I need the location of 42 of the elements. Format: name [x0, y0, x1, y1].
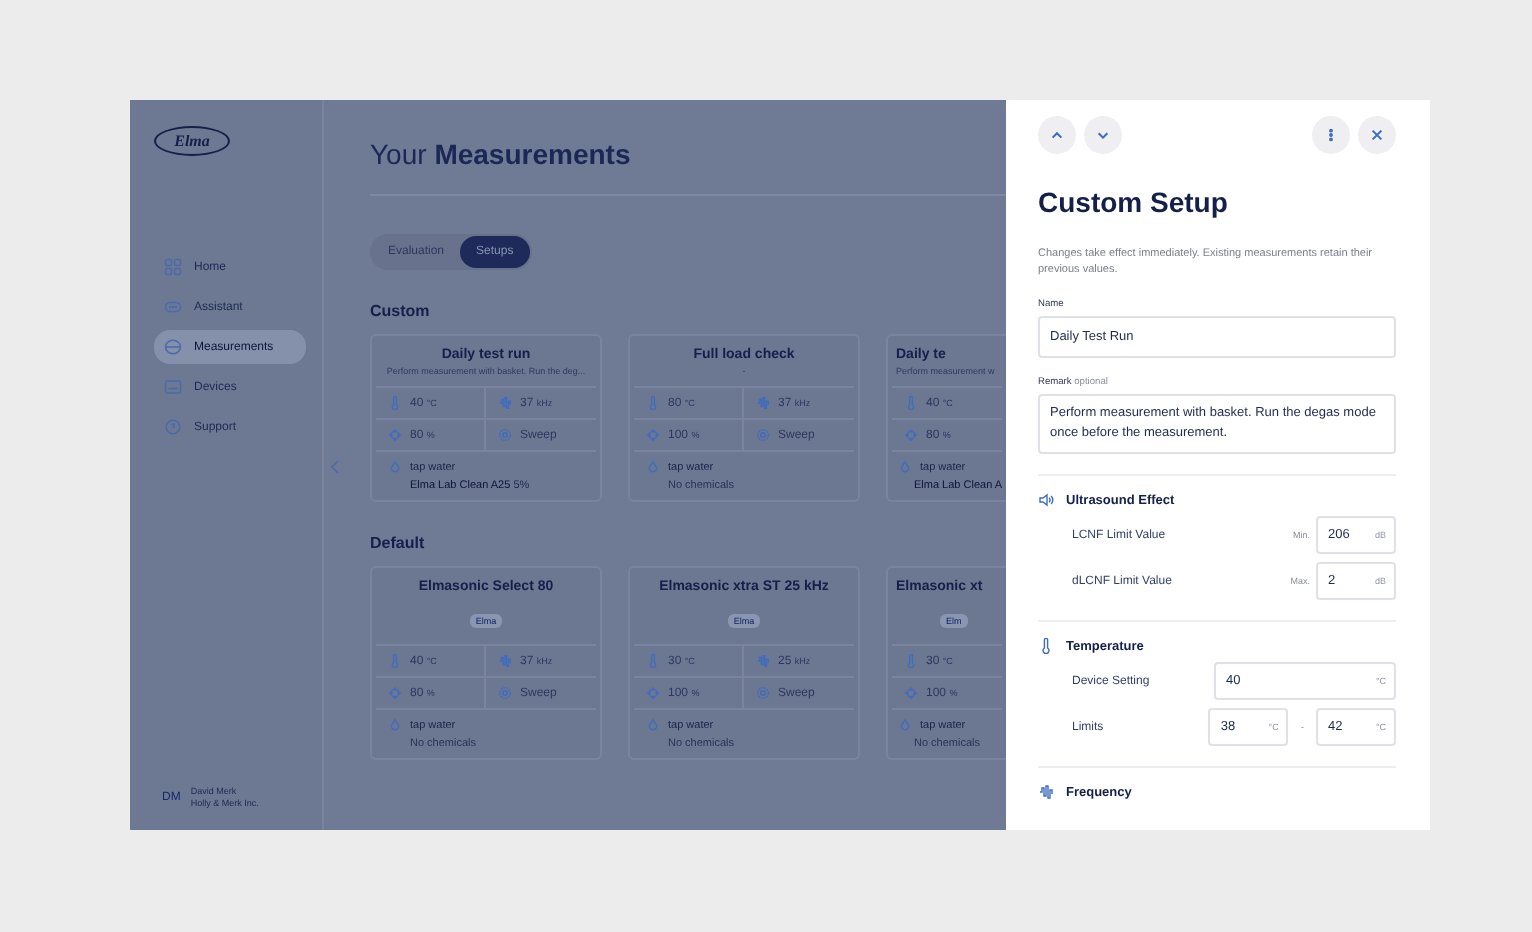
- speaker-icon: [1038, 492, 1054, 509]
- drop-icon: [898, 718, 912, 732]
- close-button[interactable]: [1358, 116, 1396, 154]
- section-heading: Custom: [370, 302, 432, 320]
- arrows-icon: [646, 428, 660, 442]
- more-button[interactable]: [1312, 116, 1350, 154]
- thermometer-icon: [646, 654, 660, 668]
- panel-title: Custom Setup: [1038, 186, 1230, 218]
- chat-icon: [164, 298, 182, 316]
- close-icon: [1370, 128, 1384, 142]
- arrows-icon: [646, 686, 660, 700]
- arrows-icon: [388, 686, 402, 700]
- monitor-icon: [164, 378, 182, 396]
- grid-icon: [164, 258, 182, 276]
- gear-icon: [498, 428, 512, 442]
- thermometer-icon: [388, 654, 402, 668]
- thermometer-icon: [388, 396, 402, 410]
- drop-icon: [388, 460, 402, 474]
- more-icon: [1324, 128, 1338, 142]
- drop-icon: [898, 460, 912, 474]
- thermometer-icon: [904, 396, 918, 410]
- drop-icon: [646, 460, 660, 474]
- logo: Elma: [154, 126, 230, 156]
- arrows-icon: [388, 428, 402, 442]
- question-icon: [164, 418, 182, 436]
- thermometer-icon: [646, 396, 660, 410]
- drop-icon: [388, 718, 402, 732]
- arrows-icon: [904, 686, 918, 700]
- thermometer-icon: [1038, 638, 1054, 655]
- gear-icon: [498, 686, 512, 700]
- down-button[interactable]: [1084, 116, 1122, 154]
- gear-icon: [756, 428, 770, 442]
- section-heading: Default: [370, 534, 427, 552]
- up-button[interactable]: [1038, 116, 1076, 154]
- arrows-icon: [904, 428, 918, 442]
- chevron-up-icon: [1050, 128, 1064, 142]
- gear-icon: [756, 686, 770, 700]
- chevron-left-icon[interactable]: [330, 460, 340, 474]
- thermometer-icon: [904, 654, 918, 668]
- page-title: Your Measurements: [370, 138, 633, 170]
- drop-icon: [646, 718, 660, 732]
- chevron-down-icon: [1096, 128, 1110, 142]
